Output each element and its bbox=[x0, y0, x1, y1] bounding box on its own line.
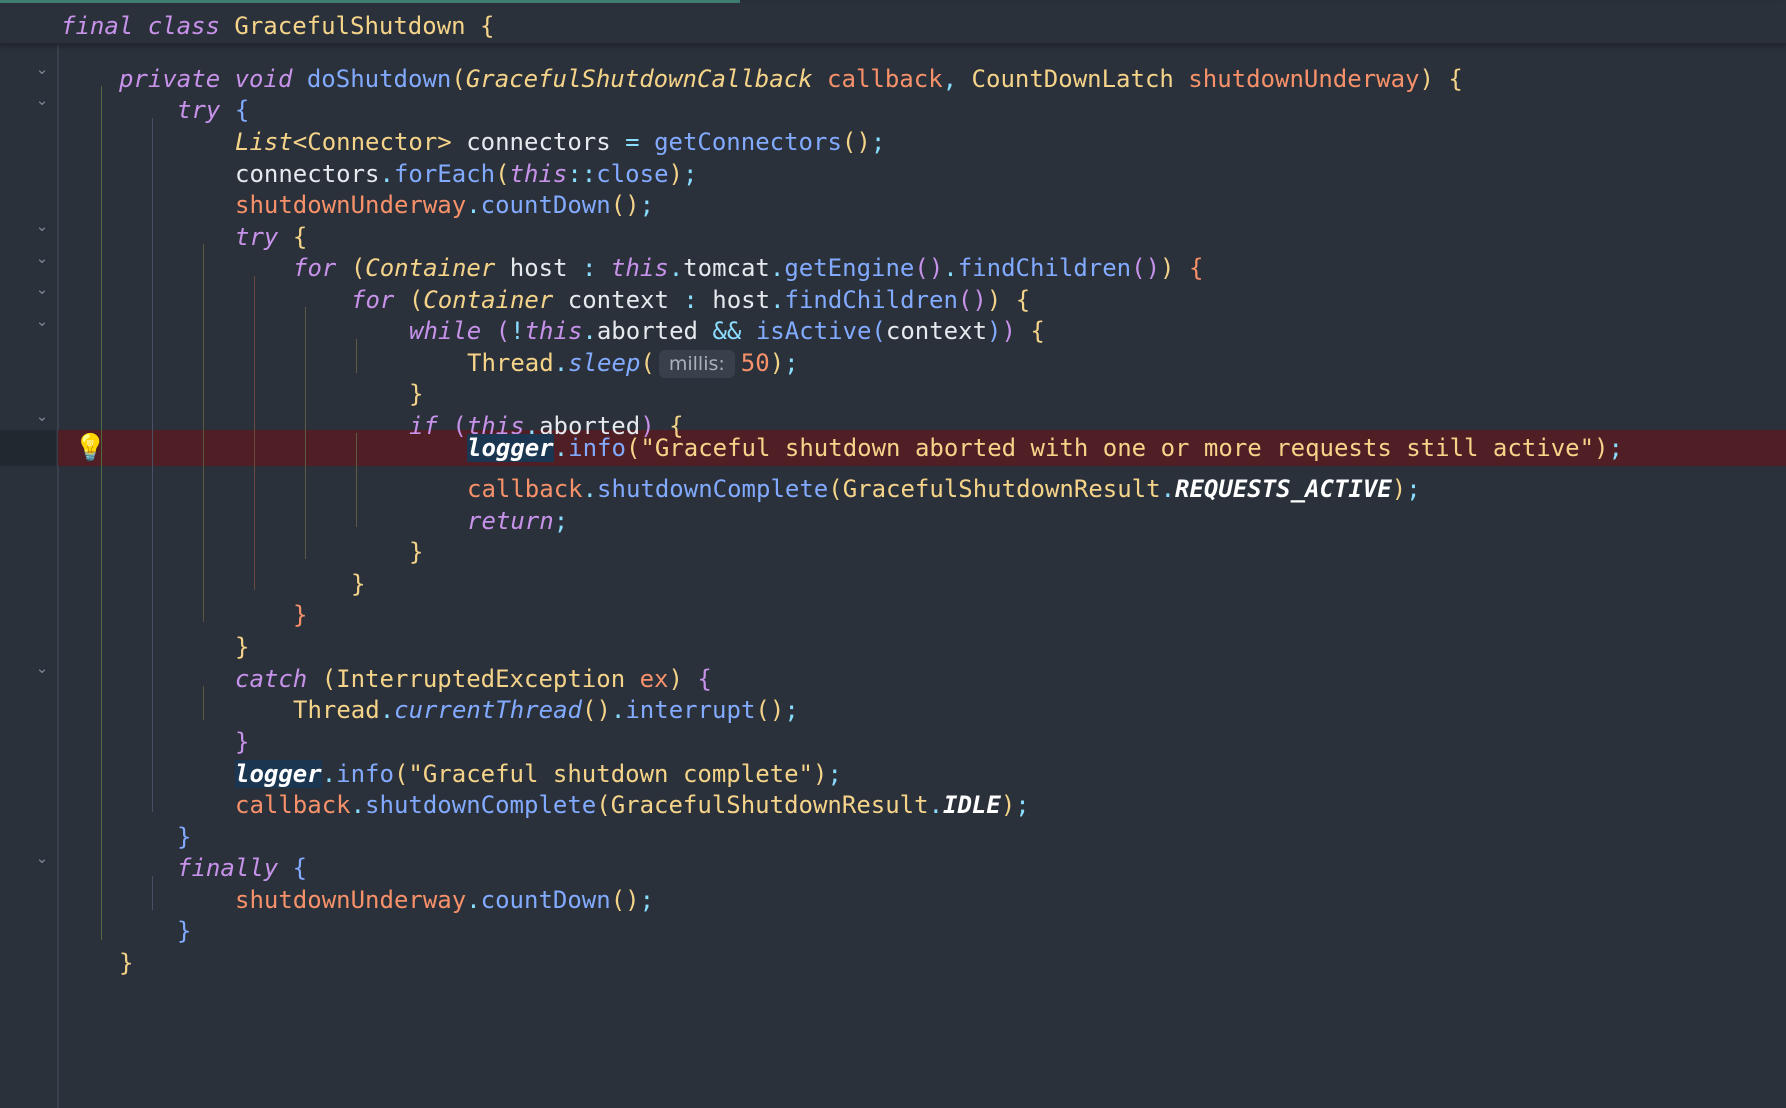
indent-guide bbox=[152, 876, 153, 910]
code-line[interactable]: try { bbox=[177, 92, 249, 128]
code-line[interactable]: List<Connector> connectors = getConnecto… bbox=[235, 124, 885, 160]
chevron-down-icon[interactable]: ⌄ bbox=[34, 208, 50, 244]
lightbulb-icon[interactable]: 💡 bbox=[74, 430, 106, 466]
code-line-highlighted[interactable]: logger.info("Graceful shutdown aborted w… bbox=[467, 430, 1623, 466]
gutter-divider bbox=[57, 45, 59, 1108]
code-line[interactable]: Thread.sleep(millis: 50); bbox=[467, 345, 799, 381]
indent-guide bbox=[203, 244, 204, 622]
code-line[interactable]: } bbox=[235, 724, 249, 760]
code-line[interactable]: return; bbox=[467, 503, 568, 539]
chevron-down-icon[interactable]: ⌄ bbox=[34, 271, 50, 307]
parameter-hint: millis: bbox=[658, 350, 735, 378]
indent-guide bbox=[356, 339, 357, 373]
indent-guide bbox=[203, 686, 204, 720]
sticky-class-header[interactable]: final class GracefulShutdown { bbox=[0, 3, 1786, 45]
code-line[interactable]: shutdownUnderway.countDown(); bbox=[235, 882, 654, 918]
indent-guide bbox=[101, 86, 102, 940]
sticky-header-line[interactable]: final class GracefulShutdown { bbox=[61, 8, 495, 44]
code-line[interactable]: while (!this.aborted && isActive(context… bbox=[409, 313, 1045, 349]
code-line[interactable]: callback.shutdownComplete(GracefulShutdo… bbox=[235, 787, 1030, 823]
keyword-final: final bbox=[61, 12, 134, 40]
chevron-down-icon[interactable]: ⌄ bbox=[34, 303, 50, 339]
indent-guide bbox=[152, 118, 153, 812]
code-line[interactable]: callback.shutdownComplete(GracefulShutdo… bbox=[467, 471, 1421, 507]
code-editor[interactable]: ⌄ ⌄ ⌄ ⌄ ⌄ ⌄ ⌄ ⌄ ⌄ 💡 private void doShutd… bbox=[0, 0, 1786, 1108]
code-line[interactable]: shutdownUnderway.countDown(); bbox=[235, 187, 654, 223]
code-line[interactable]: Thread.currentThread().interrupt(); bbox=[293, 692, 799, 728]
chevron-down-icon[interactable]: ⌄ bbox=[34, 840, 50, 876]
code-line[interactable]: finally { bbox=[177, 850, 307, 886]
chevron-down-icon[interactable]: ⌄ bbox=[34, 82, 50, 118]
code-line[interactable]: } bbox=[119, 945, 133, 981]
keyword-class: class bbox=[147, 12, 220, 40]
code-line[interactable]: } bbox=[177, 913, 191, 949]
indent-guide bbox=[356, 433, 357, 527]
code-line[interactable]: } bbox=[351, 566, 365, 602]
code-line[interactable]: } bbox=[293, 597, 307, 633]
chevron-down-icon[interactable]: ⌄ bbox=[34, 650, 50, 686]
indent-guide bbox=[254, 276, 255, 590]
code-line[interactable]: } bbox=[409, 534, 423, 570]
code-line[interactable]: } bbox=[409, 376, 423, 412]
class-name: GracefulShutdown bbox=[234, 12, 466, 40]
gutter-current-line bbox=[0, 430, 56, 466]
code-line[interactable]: } bbox=[235, 629, 249, 665]
code-line[interactable]: private void doShutdown(GracefulShutdown… bbox=[119, 61, 1463, 97]
indent-guide bbox=[305, 307, 306, 559]
code-line[interactable]: for (Container host : this.tomcat.getEng… bbox=[293, 250, 1203, 286]
open-brace: { bbox=[480, 12, 495, 40]
chevron-down-icon[interactable]: ⌄ bbox=[34, 398, 50, 434]
